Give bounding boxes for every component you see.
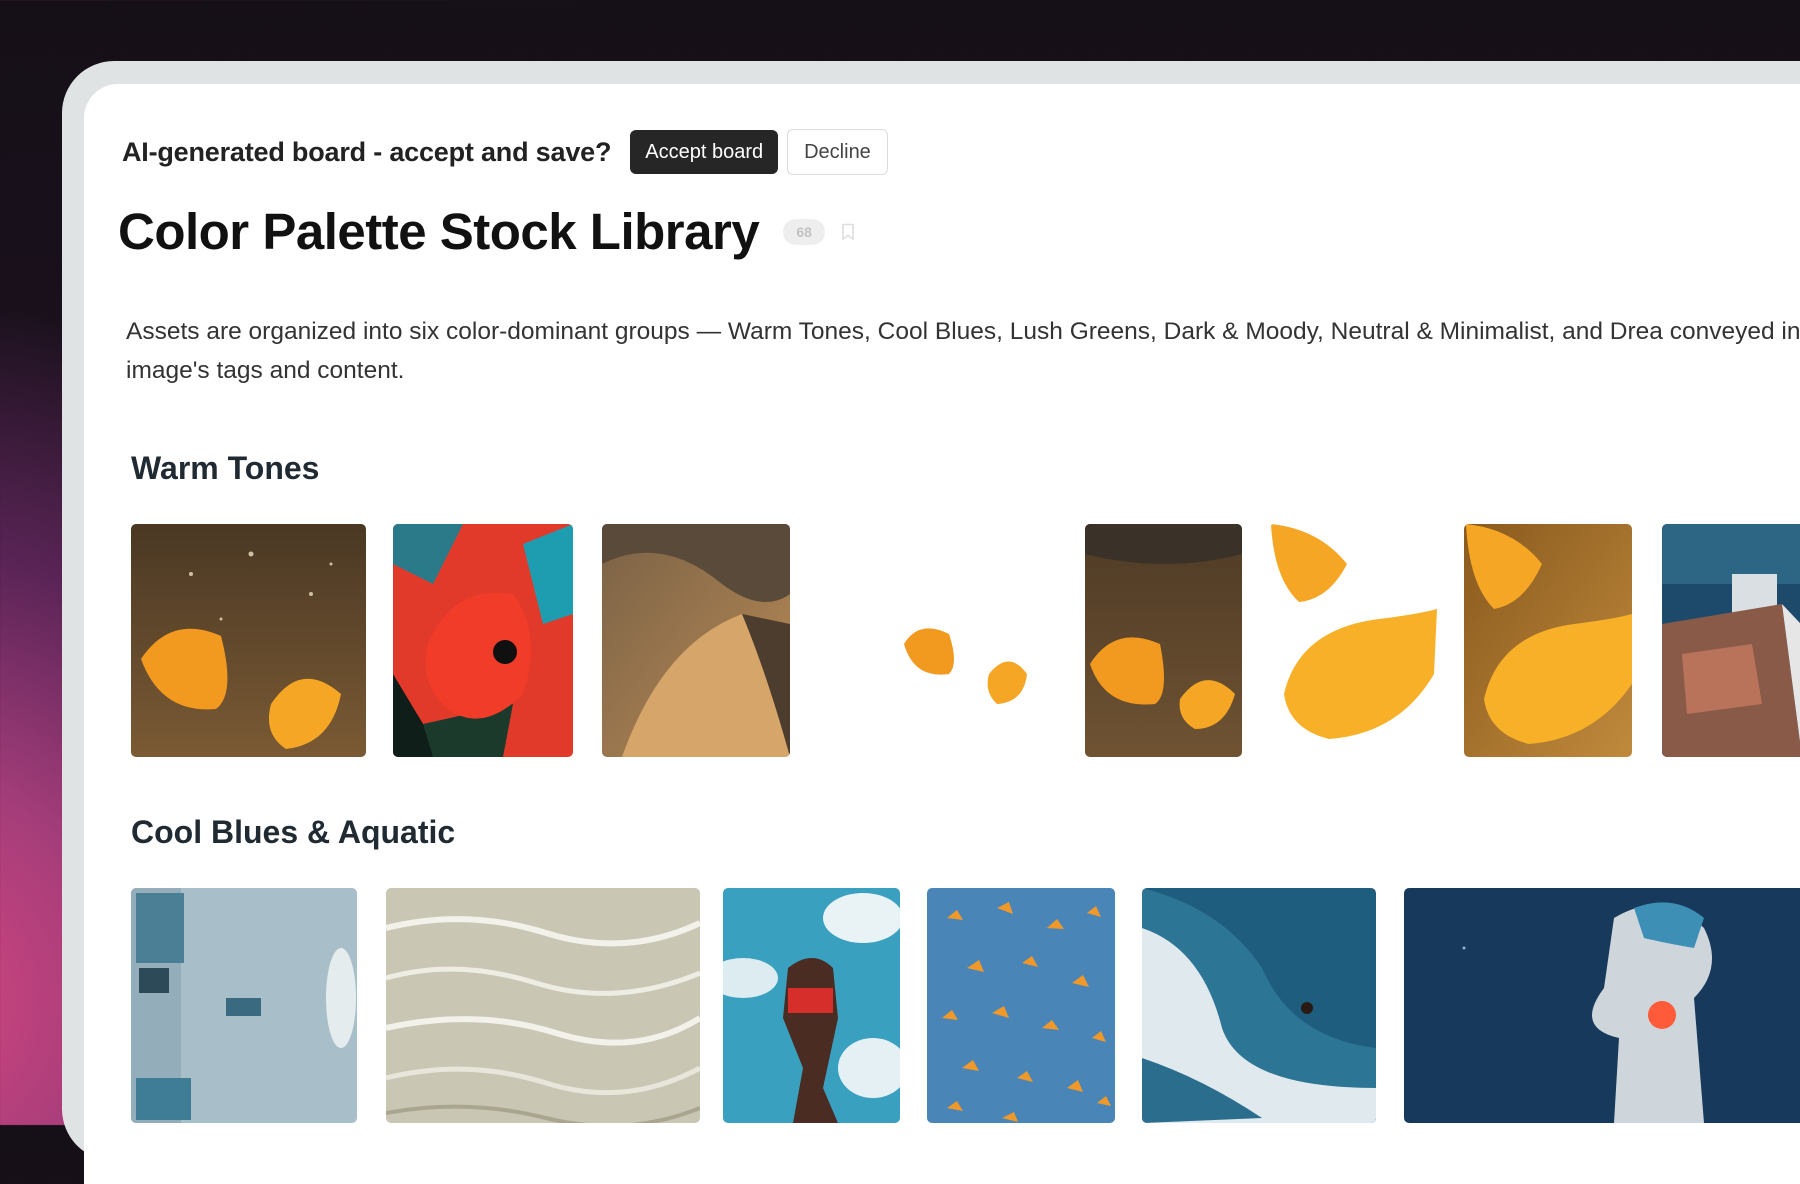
section-title-warm-tones: Warm Tones: [131, 450, 320, 486]
image-tile[interactable]: [723, 888, 900, 1123]
section-title-cool-blues: Cool Blues & Aquatic: [131, 814, 456, 850]
image-tile[interactable]: [393, 524, 573, 757]
image-tile[interactable]: [1464, 524, 1632, 757]
image-tile[interactable]: [131, 524, 366, 757]
image-tile[interactable]: [899, 524, 1041, 757]
decline-button[interactable]: Decline: [787, 129, 888, 175]
image-tile[interactable]: [1142, 888, 1376, 1123]
bookmark-icon[interactable]: [841, 223, 855, 241]
item-count-badge: 68: [783, 218, 826, 245]
accept-board-button[interactable]: Accept board: [630, 130, 779, 174]
ai-prompt-bar: AI-generated board - accept and save? Ac…: [122, 129, 888, 175]
image-tile[interactable]: [602, 524, 790, 757]
image-tile[interactable]: [1404, 888, 1800, 1123]
board-window: AI-generated board - accept and save? Ac…: [84, 84, 1800, 1184]
ai-prompt-text: AI-generated board - accept and save?: [122, 136, 612, 167]
image-tile[interactable]: [131, 888, 357, 1123]
board-title: Color Palette Stock Library: [118, 203, 760, 260]
board-header: Color Palette Stock Library 68: [118, 202, 855, 261]
image-tile[interactable]: [1662, 524, 1800, 757]
image-tile[interactable]: [1085, 524, 1242, 757]
board-description: Assets are organized into six color-domi…: [126, 318, 1800, 384]
image-tile[interactable]: [927, 888, 1115, 1123]
image-tile[interactable]: [386, 888, 700, 1123]
image-tile[interactable]: [1269, 524, 1437, 757]
